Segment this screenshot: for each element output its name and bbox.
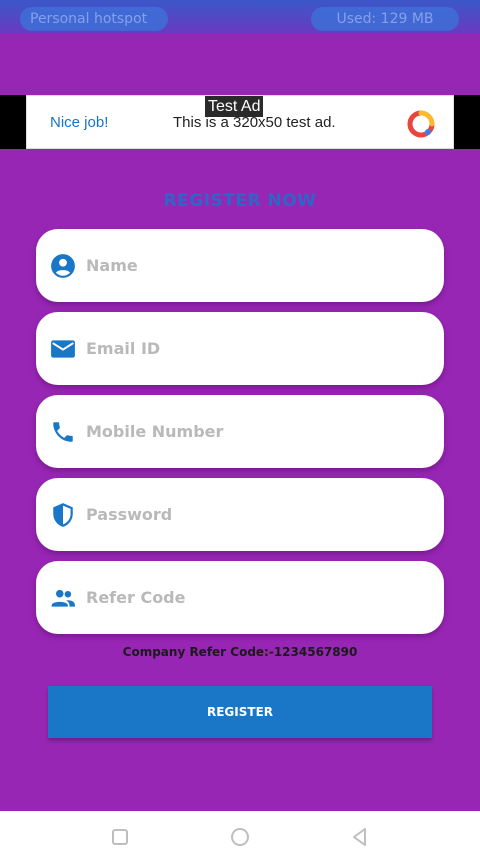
name-field[interactable] bbox=[36, 229, 444, 302]
register-button[interactable]: REGISTER bbox=[48, 686, 432, 738]
refer-code-field[interactable] bbox=[36, 561, 444, 634]
email-field[interactable] bbox=[36, 312, 444, 385]
phone-icon bbox=[53, 422, 73, 442]
mobile-input[interactable] bbox=[86, 395, 426, 468]
people-icon bbox=[51, 589, 75, 607]
email-icon bbox=[51, 340, 75, 358]
home-icon[interactable] bbox=[228, 825, 252, 849]
account-icon bbox=[51, 254, 75, 278]
hotspot-indicator: Personal hotspot bbox=[20, 7, 168, 31]
recent-apps-icon[interactable] bbox=[108, 825, 132, 849]
password-field[interactable] bbox=[36, 478, 444, 551]
mobile-field[interactable] bbox=[36, 395, 444, 468]
status-bar: Personal hotspot Used: 129 MB bbox=[0, 0, 480, 34]
data-usage-indicator: Used: 129 MB bbox=[311, 7, 459, 31]
navigation-bar bbox=[0, 811, 480, 864]
back-icon[interactable] bbox=[348, 825, 372, 849]
email-input[interactable] bbox=[86, 312, 426, 385]
password-input[interactable] bbox=[86, 478, 426, 551]
page-title: REGISTER NOW bbox=[163, 191, 317, 211]
test-ad-label: Test Ad bbox=[205, 96, 264, 117]
refer-code-input[interactable] bbox=[86, 561, 426, 634]
company-refer-code-text: Company Refer Code:-1234567890 bbox=[122, 645, 358, 659]
ad-logo-icon bbox=[407, 110, 435, 138]
shield-icon bbox=[53, 503, 73, 527]
ad-nice-text: Nice job! bbox=[50, 114, 109, 131]
name-input[interactable] bbox=[86, 229, 426, 302]
